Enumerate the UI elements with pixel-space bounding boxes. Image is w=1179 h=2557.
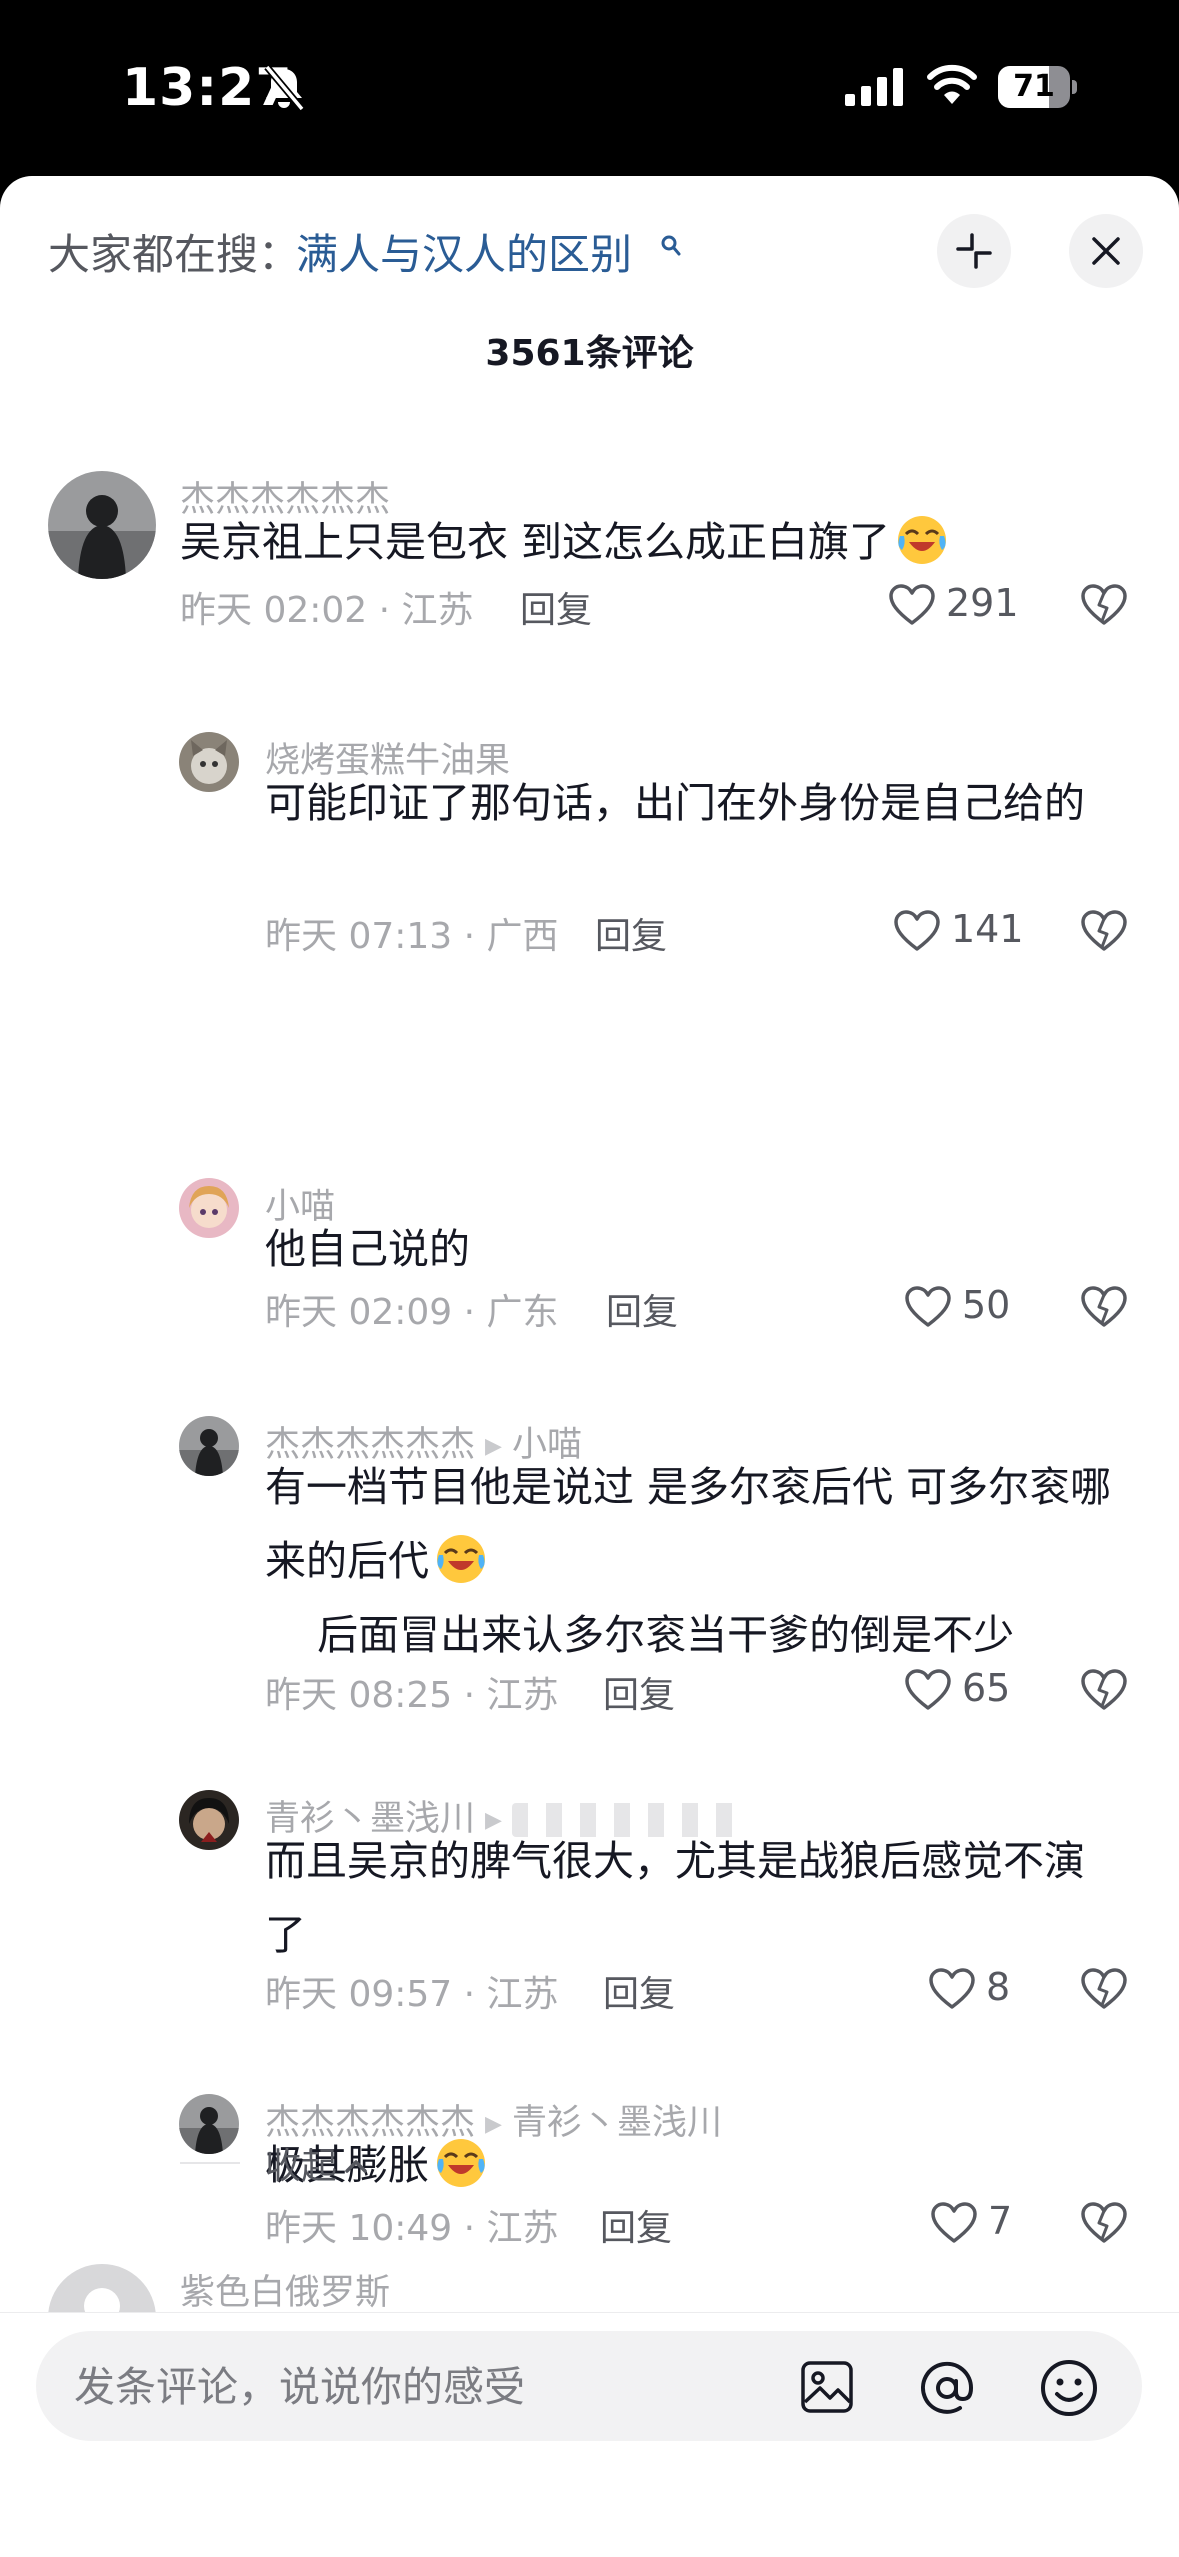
comment-input-bar: [0, 2312, 1179, 2557]
like-count: 291: [946, 581, 1019, 625]
wifi-icon: [927, 64, 977, 104]
comment-text: 他自己说的: [265, 1225, 470, 1273]
reply-item: 烧烤蛋糕牛油果 可能印证了那句话，出门在外身份是自己给的 昨天 07:13 · …: [0, 732, 1179, 992]
dislike-heart-icon[interactable]: [1080, 1668, 1128, 1712]
like-count: 8: [986, 1965, 1011, 2009]
comment-text: 极其膨胀: [265, 2128, 1179, 2202]
reply-button[interactable]: 回复: [595, 907, 667, 959]
reply-button[interactable]: 回复: [600, 2199, 672, 2251]
comment-text-body: 有一档节目他是说过 是多尔衮后代 可多尔衮哪来的后代: [265, 1463, 1112, 1585]
divider: [180, 2162, 240, 2164]
like-count: 50: [962, 1283, 1011, 1327]
avatar[interactable]: [179, 1416, 239, 1476]
mention-at-icon[interactable]: [918, 2359, 976, 2417]
dislike-heart-icon[interactable]: [1080, 909, 1128, 953]
comment-meta: 昨天 08:25 · 江苏: [265, 1675, 559, 1716]
dislike-heart-icon[interactable]: [1080, 2201, 1128, 2245]
comment-item: 杰杰杰杰杰杰 吴京祖上只是包衣 到这怎么成正白旗了 昨天 02:02 · 江苏 …: [0, 471, 1179, 671]
collapse-label: 收起: [265, 2137, 369, 2189]
avatar[interactable]: [48, 471, 156, 579]
comment-meta: 昨天 07:13 · 广西: [265, 916, 559, 957]
dislike-heart-icon[interactable]: [1080, 1967, 1128, 2011]
reply-button[interactable]: 回复: [603, 1965, 675, 2017]
comment-input-container: [36, 2331, 1142, 2441]
close-icon: [1092, 237, 1120, 265]
bell-muted-icon: [264, 65, 305, 111]
like-count: 65: [962, 1666, 1011, 1710]
battery-percent: 71: [1013, 69, 1055, 104]
like-count: 7: [988, 2199, 1013, 2243]
comment-meta: 昨天 02:09 · 广东: [265, 1292, 559, 1333]
heart-icon[interactable]: [904, 1668, 952, 1712]
heart-icon[interactable]: [904, 1285, 952, 1329]
comment-input[interactable]: [72, 2358, 776, 2416]
reply-item: 杰杰杰杰杰杰 ▶ 小喵 有一档节目他是说过 是多尔衮后代 可多尔衮哪来的后代 后面冒…: [0, 1416, 1179, 1746]
dislike-heart-icon[interactable]: [1080, 1285, 1128, 1329]
status-bar: 13:27 71: [0, 0, 1179, 175]
comment-text: 有一档节目他是说过 是多尔衮后代 可多尔衮哪来的后代 后面冒出来认多尔衮当干爹的…: [265, 1450, 1145, 1672]
comment-text: 可能印证了那句话，出门在外身份是自己给的: [265, 779, 1085, 827]
trending-search-label: 大家都在搜：: [48, 230, 301, 279]
heart-icon[interactable]: [888, 583, 936, 627]
comment-text-body: 吴京祖上只是包衣 到这怎么成正白旗了: [180, 518, 891, 566]
heart-icon[interactable]: [930, 2201, 978, 2245]
comment-username[interactable]: 紫色白俄罗斯: [180, 2264, 390, 2315]
minimize-button[interactable]: [937, 214, 1011, 288]
comment-meta: 昨天 02:02 · 江苏: [180, 590, 474, 631]
laugh-cry-emoji-icon: [437, 2139, 485, 2187]
heart-icon[interactable]: [928, 1967, 976, 2011]
reply-item: 小喵 他自己说的 昨天 02:09 · 广东 回复 50: [0, 1178, 1179, 1378]
comment-meta: 昨天 10:49 · 江苏: [265, 2208, 559, 2249]
image-icon[interactable]: [800, 2360, 854, 2414]
trending-search-link[interactable]: 满人与汉人的区别: [296, 221, 632, 282]
comment-text: 而且吴京的脾气很大，尤其是战狼后感觉不演了: [265, 1837, 1085, 1959]
heart-icon[interactable]: [893, 909, 941, 953]
chevron-up-icon: [345, 2160, 367, 2173]
search-icon[interactable]: [660, 234, 682, 258]
minimize-icon: [956, 233, 992, 269]
emoji-icon[interactable]: [1039, 2358, 1099, 2418]
reply-button[interactable]: 回复: [606, 1283, 678, 1335]
comment-text-body-2: 后面冒出来认多尔衮当干爹的倒是不少: [265, 1611, 1015, 1659]
reply-button[interactable]: 回复: [520, 581, 592, 633]
close-button[interactable]: [1069, 214, 1143, 288]
dislike-heart-icon[interactable]: [1080, 583, 1128, 627]
comments-sheet: 大家都在搜： 满人与汉人的区别 3561条评论 杰杰杰杰杰杰 吴京祖上只是包衣 …: [0, 176, 1179, 2556]
comment-text: 吴京祖上只是包衣 到这怎么成正白旗了: [180, 505, 1140, 579]
avatar[interactable]: [179, 732, 239, 792]
cellular-signal-icon: [845, 68, 903, 106]
like-count: 141: [951, 907, 1024, 951]
avatar[interactable]: [179, 2094, 239, 2154]
battery-indicator: 71: [998, 66, 1077, 108]
sheet-header: 大家都在搜： 满人与汉人的区别 3561条评论: [0, 176, 1179, 416]
reply-item: 青衫丶墨浅川 ▶ 而且吴京的脾气很大，尤其是战狼后感觉不演了 昨天 09:57 ·…: [0, 1790, 1179, 2050]
avatar[interactable]: [179, 1790, 239, 1850]
reply-button[interactable]: 回复: [603, 1666, 675, 1718]
comment-meta: 昨天 09:57 · 江苏: [265, 1974, 559, 2015]
laugh-cry-emoji-icon: [898, 516, 947, 564]
avatar[interactable]: [179, 1178, 239, 1238]
laugh-cry-emoji-icon: [437, 1535, 485, 1583]
comment-count: 3561条评论: [485, 333, 694, 374]
